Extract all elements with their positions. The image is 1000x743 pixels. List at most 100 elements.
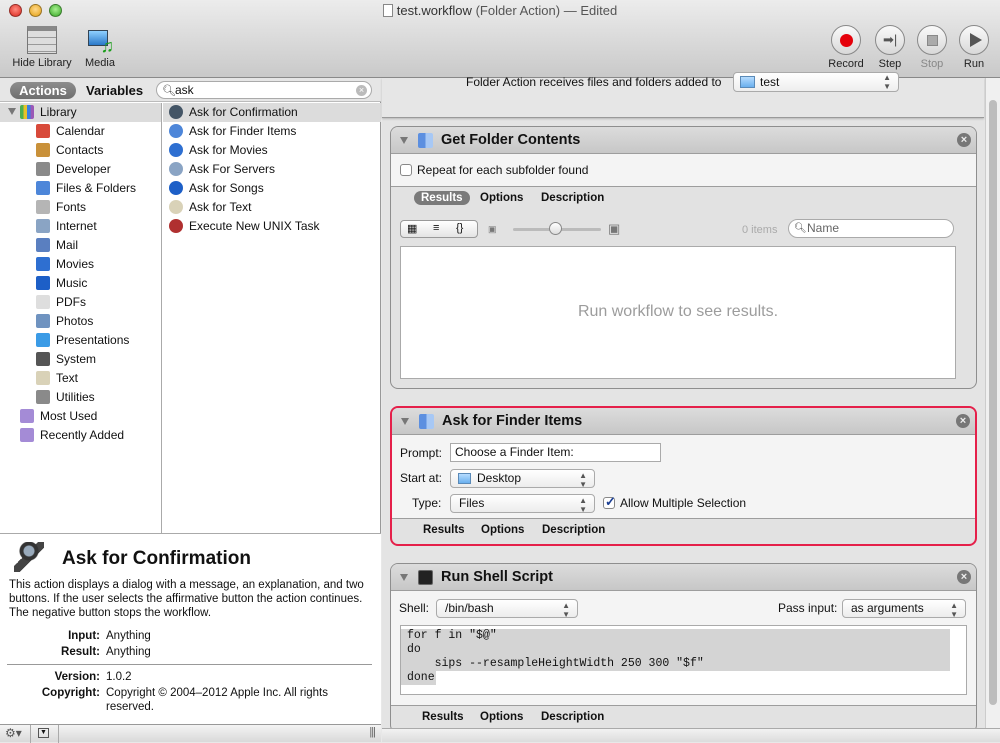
folder-action-header: Folder Action receives files and folders…	[382, 72, 984, 118]
list-view-icon[interactable]: ≡	[433, 222, 439, 234]
tab-options[interactable]: Options	[480, 711, 523, 723]
toggle-description-icon[interactable]: ▼	[38, 728, 49, 738]
remove-action-icon[interactable]: ×	[957, 133, 971, 147]
clear-search-icon[interactable]: ×	[356, 85, 367, 96]
record-button[interactable]: Record	[824, 25, 868, 70]
code-view-icon[interactable]: {}	[456, 222, 463, 234]
category-item[interactable]: Photos	[0, 312, 161, 331]
media-button[interactable]: ♫ Media	[78, 26, 122, 69]
library-root[interactable]: Library	[0, 103, 161, 122]
category-item[interactable]: Fonts	[0, 198, 161, 217]
collapse-triangle-icon[interactable]	[400, 137, 408, 144]
remove-action-icon[interactable]: ×	[956, 414, 970, 428]
version-value: 1.0.2	[106, 671, 132, 683]
code-line: do	[401, 643, 950, 657]
gear-menu-icon[interactable]: ⚙▾	[5, 726, 22, 740]
stop-button[interactable]: Stop	[910, 25, 954, 70]
category-item[interactable]: Presentations	[0, 331, 161, 350]
tab-description[interactable]: Description	[542, 524, 605, 536]
icon-size-slider[interactable]	[513, 222, 601, 235]
folder-popup[interactable]: test ▲ ▼	[733, 72, 899, 92]
action-header[interactable]: Ask for Finder Items ×	[392, 408, 975, 435]
category-item[interactable]: Text	[0, 369, 161, 388]
action-item[interactable]: Ask For Servers	[163, 160, 381, 179]
category-item[interactable]: Mail	[0, 236, 161, 255]
action-item[interactable]: Execute New UNIX Task	[163, 217, 381, 236]
tab-variables[interactable]: Variables	[86, 83, 143, 98]
collection-item[interactable]: Recently Added	[0, 426, 161, 445]
view-mode-control[interactable]: ▦ ≡ {}	[400, 220, 478, 238]
tab-results[interactable]: Results	[423, 524, 465, 536]
pass-input-popup[interactable]: as arguments ▲ ▼	[842, 599, 966, 619]
tab-description[interactable]: Description	[541, 711, 604, 723]
action-item[interactable]: Ask for Finder Items	[163, 122, 381, 141]
start-at-value: Desktop	[477, 471, 522, 485]
category-icon	[36, 352, 50, 366]
collapse-triangle-icon[interactable]	[400, 574, 408, 581]
category-item[interactable]: Calendar	[0, 122, 161, 141]
category-item[interactable]: Utilities	[0, 388, 161, 407]
start-at-popup[interactable]: Desktop ▲ ▼	[450, 469, 595, 489]
action-list: Ask for Confirmation Ask for Finder Items…	[163, 103, 381, 533]
allow-multiple-checkbox[interactable]: Allow Multiple Selection	[603, 494, 746, 510]
category-item[interactable]: Files & Folders	[0, 179, 161, 198]
category-label: Contacts	[56, 143, 104, 157]
tab-description[interactable]: Description	[541, 192, 604, 204]
category-item[interactable]: Movies	[0, 255, 161, 274]
type-popup[interactable]: Files ▲ ▼	[450, 494, 595, 514]
checkbox[interactable]	[603, 494, 616, 510]
category-item[interactable]: System	[0, 350, 161, 369]
workflow-bottom-bar	[382, 728, 1000, 742]
category-label: Fonts	[56, 200, 87, 214]
checkbox[interactable]	[400, 164, 412, 176]
popup-arrows-icon: ▲ ▼	[950, 601, 958, 619]
repeat-subfolder-checkbox[interactable]: Repeat for each subfolder found	[400, 163, 588, 177]
slider-knob[interactable]	[549, 222, 562, 235]
category-item[interactable]: PDFs	[0, 293, 161, 312]
shell-popup[interactable]: /bin/bash ▲ ▼	[436, 599, 578, 619]
action-item[interactable]: Ask for Text	[163, 198, 381, 217]
action-header[interactable]: Get Folder Contents ×	[391, 127, 976, 154]
result-value: Anything	[106, 646, 151, 658]
remove-action-icon[interactable]: ×	[957, 570, 971, 584]
stop-label: Stop	[920, 58, 944, 70]
tab-options[interactable]: Options	[481, 524, 524, 536]
hide-library-button[interactable]: Hide Library	[8, 26, 76, 69]
category-item[interactable]: Contacts	[0, 141, 161, 160]
category-item[interactable]: Internet	[0, 217, 161, 236]
workflow-area: Folder Action receives files and folders…	[382, 72, 1000, 742]
action-item[interactable]: Ask for Movies	[163, 141, 381, 160]
popup-arrows-icon: ▲ ▼	[579, 496, 587, 514]
collection-item[interactable]: Most Used	[0, 407, 161, 426]
step-icon: ➡|	[883, 32, 898, 47]
library-search-field[interactable]: 🔍︎ ask ×	[156, 81, 372, 99]
tab-results[interactable]: Results	[414, 191, 470, 205]
step-button[interactable]: ➡| Step	[868, 25, 912, 70]
action-options: Repeat for each subfolder found	[391, 154, 976, 187]
folder-icon	[458, 473, 471, 484]
script-editor[interactable]: for f in "$@" do sips --resampleHeightWi…	[400, 625, 967, 695]
category-item[interactable]: Music	[0, 274, 161, 293]
icon-view-icon[interactable]: ▦	[407, 222, 417, 235]
tab-results[interactable]: Results	[422, 711, 464, 723]
scrollbar-thumb[interactable]	[989, 100, 997, 705]
empty-results-message: Run workflow to see results.	[577, 303, 779, 320]
category-item[interactable]: Developer	[0, 160, 161, 179]
action-item[interactable]: Ask for Songs	[163, 179, 381, 198]
run-button[interactable]: Run	[952, 25, 996, 70]
action-title: Ask for Finder Items	[442, 413, 583, 429]
window-toolbar: test.workflow (Folder Action) — Edited H…	[0, 0, 1000, 78]
category-icon	[36, 257, 50, 271]
resize-handle[interactable]: |||	[369, 726, 376, 738]
action-header[interactable]: Run Shell Script ×	[391, 564, 976, 591]
results-search-field[interactable]: 🔍︎ Name	[788, 219, 954, 238]
tab-actions[interactable]: Actions	[10, 82, 76, 99]
disclosure-triangle-icon[interactable]	[8, 108, 16, 115]
tab-options[interactable]: Options	[480, 192, 523, 204]
action-item[interactable]: Ask for Confirmation	[163, 103, 381, 122]
collapse-triangle-icon[interactable]	[401, 418, 409, 425]
category-label: Text	[56, 371, 79, 385]
prompt-field[interactable]: Choose a Finder Item:	[450, 443, 661, 462]
action-title: Run Shell Script	[441, 569, 553, 585]
workflow-scrollbar[interactable]	[985, 78, 1000, 728]
